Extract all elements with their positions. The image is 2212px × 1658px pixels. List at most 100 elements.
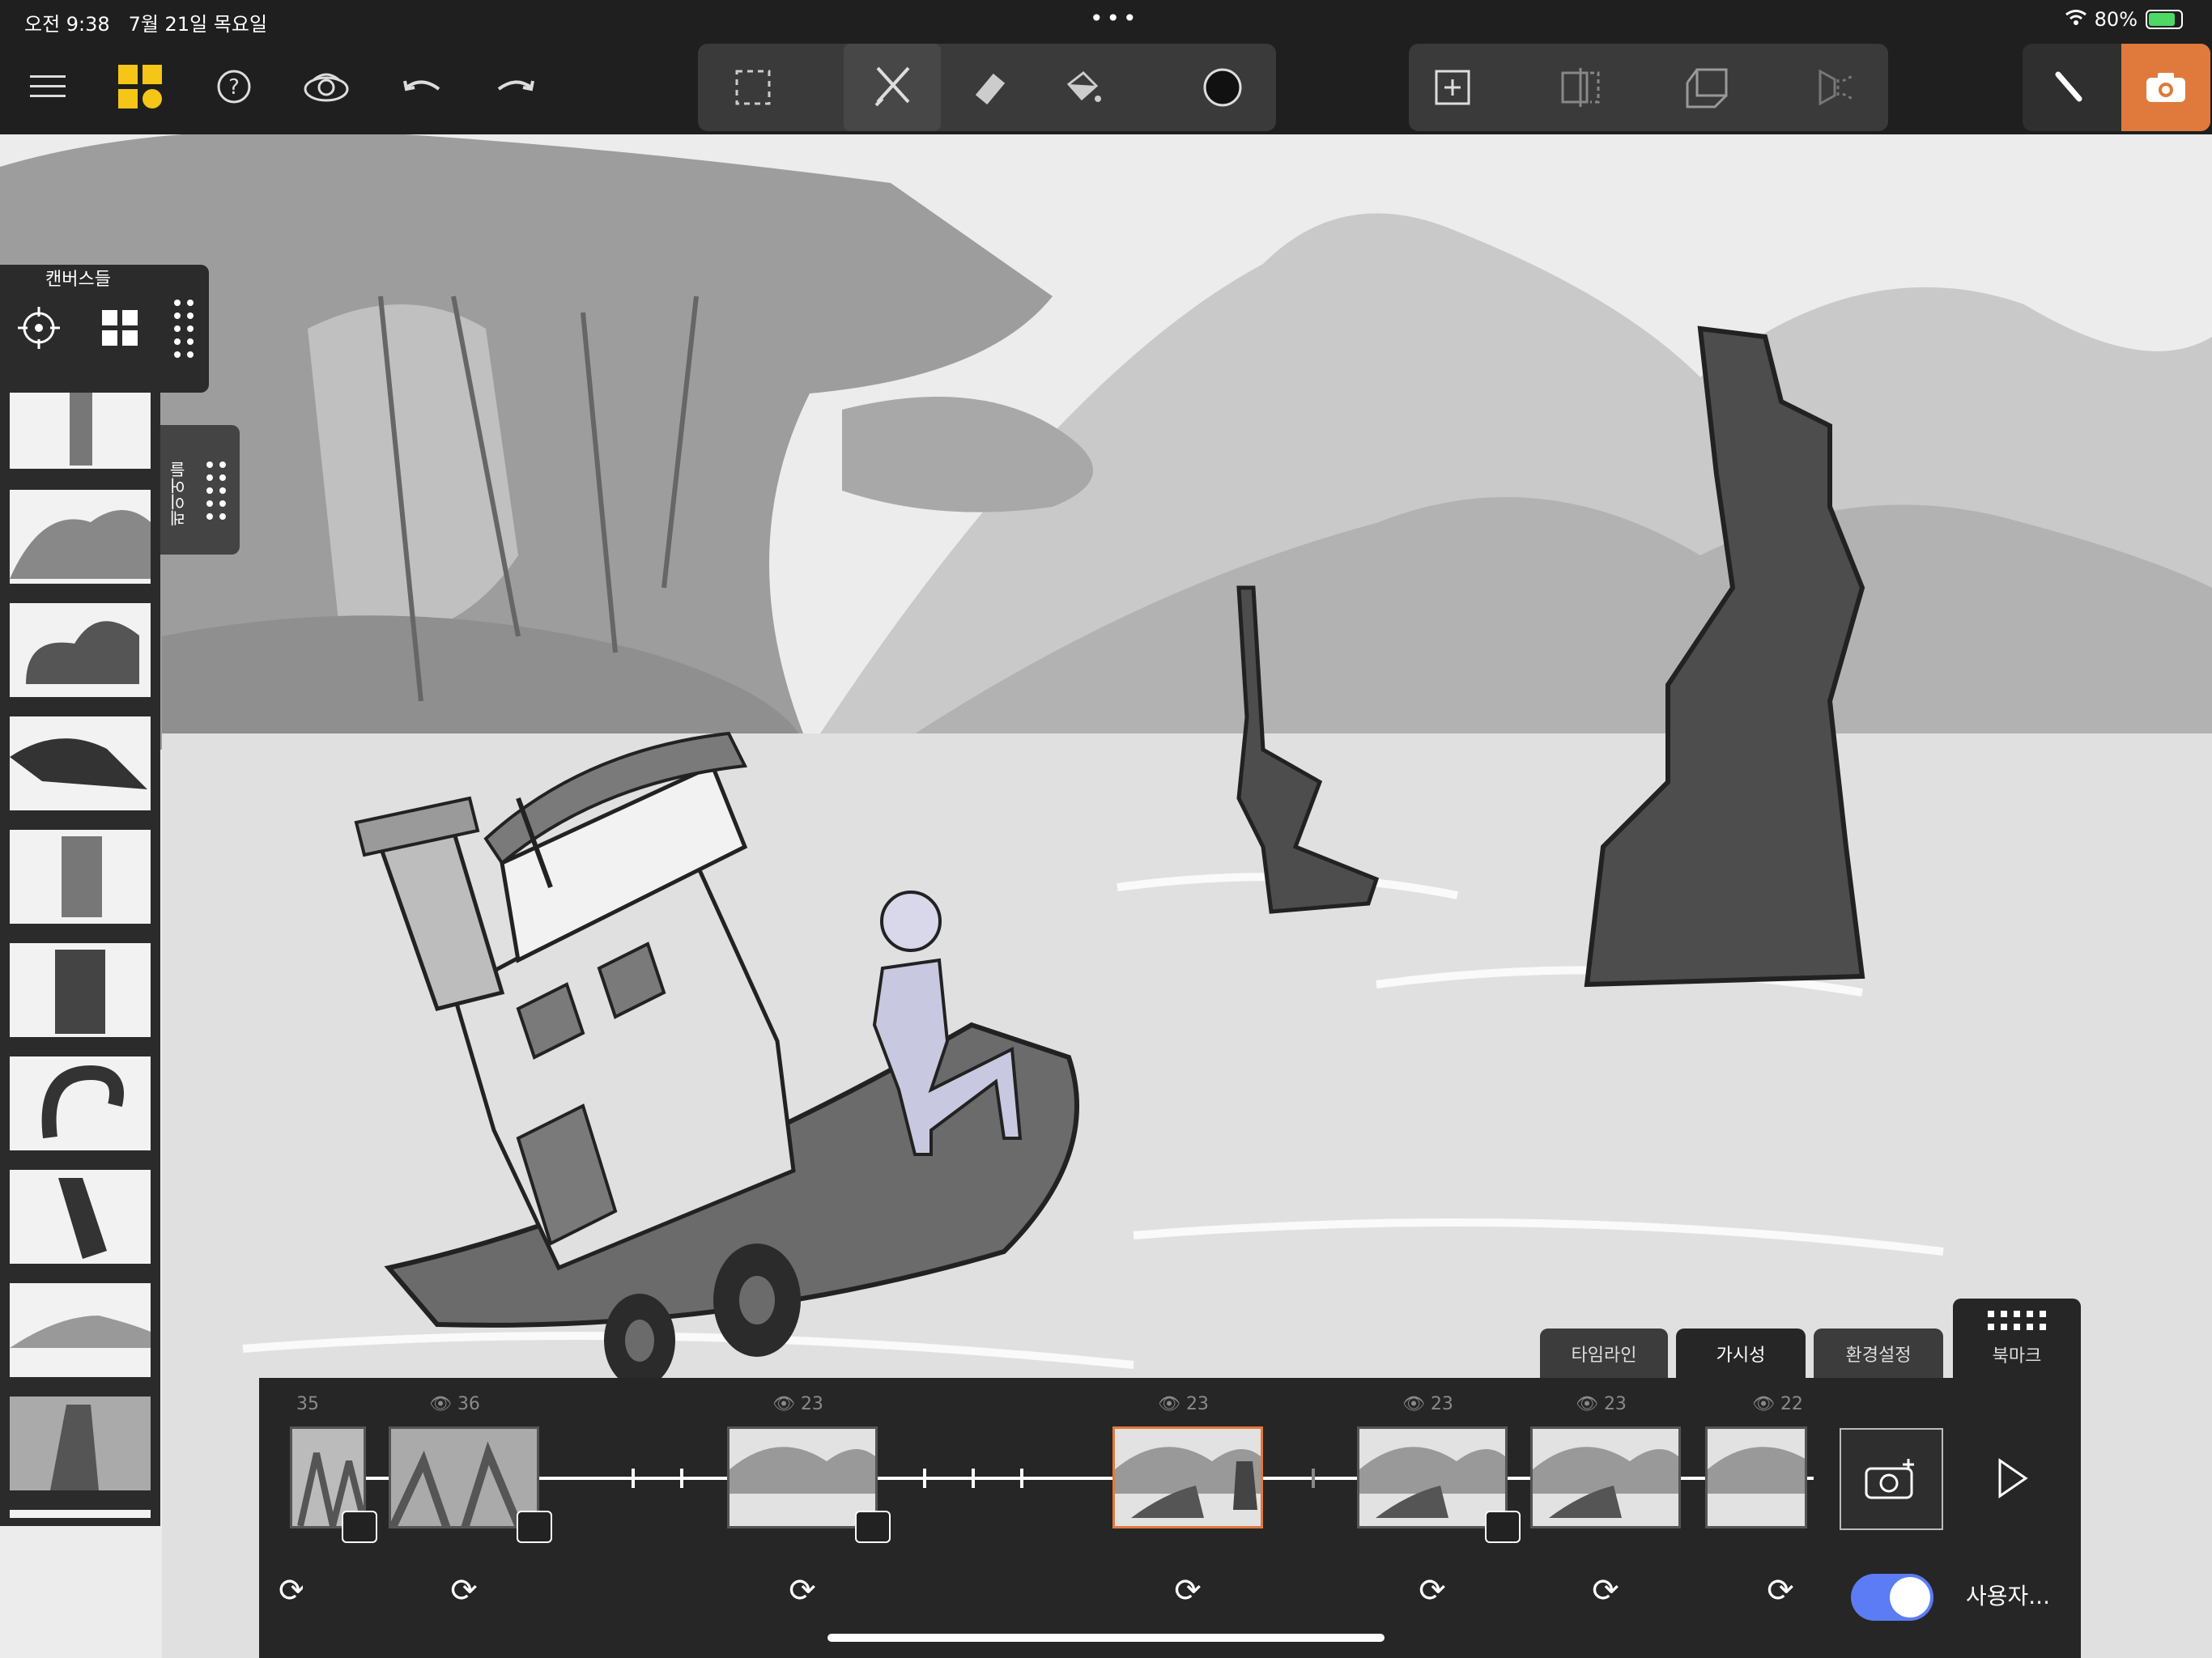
canvas-thumb-4[interactable] — [10, 716, 151, 810]
redo-icon[interactable] — [491, 62, 541, 112]
custom-toggle[interactable] — [1851, 1574, 1933, 1621]
menu-icon[interactable] — [23, 62, 73, 112]
tab-timeline[interactable]: 타임라인 — [1540, 1329, 1668, 1379]
frame-count-2: 👁 36 — [429, 1394, 480, 1414]
drag-handle-icon[interactable] — [173, 299, 194, 363]
tab-visibility[interactable]: 가시성 — [1676, 1329, 1806, 1379]
canvas-thumbnail-list — [0, 393, 160, 1526]
timeline-frame-6[interactable] — [1530, 1426, 1681, 1528]
canvas-thumb-1[interactable] — [10, 393, 151, 469]
add-camera-icon — [1865, 1459, 1914, 1499]
timeline-frame-7[interactable] — [1705, 1426, 1807, 1528]
frame-count-6: 👁 23 — [1576, 1394, 1627, 1414]
layers-drag-icon — [206, 461, 227, 525]
status-time: 오전 9:38 — [24, 13, 110, 36]
canvas-thumb-11[interactable] — [10, 1510, 151, 1518]
frame-count-2-value: 36 — [457, 1394, 480, 1414]
loop-icon[interactable]: ⟳ — [279, 1572, 303, 1605]
split-canvas-icon[interactable] — [1555, 62, 1606, 113]
canvas-thumb-10[interactable] — [10, 1397, 151, 1490]
frame-count-5: 👁 23 — [1402, 1394, 1453, 1414]
timeline-frame-4-selected[interactable] — [1112, 1426, 1263, 1528]
target-icon[interactable] — [18, 307, 60, 352]
canvas-tools-group — [1409, 44, 1888, 131]
canvases-panel: 캔버스들 — [0, 265, 209, 393]
toggle-label: 사용자... — [1966, 1583, 2050, 1609]
eye-icon: 👁 — [1576, 1394, 1598, 1414]
frame-count-1: 35 — [296, 1394, 319, 1414]
transform-icon[interactable] — [1681, 62, 1733, 113]
loop-icon[interactable]: ⟳ — [782, 1572, 823, 1609]
add-snapshot-button[interactable] — [1840, 1428, 1943, 1530]
eye-icon: 👁 — [1402, 1394, 1425, 1414]
frame-count-7-value: 22 — [1780, 1394, 1803, 1414]
grid-view-icon[interactable] — [102, 310, 138, 349]
battery-icon — [2146, 10, 2183, 29]
pencil-tool[interactable] — [844, 44, 941, 131]
frame-count-4-value: 23 — [1185, 1394, 1209, 1414]
bookmarks-grid-icon — [1988, 1310, 2046, 1330]
split-handle-icon[interactable] — [342, 1511, 377, 1543]
eye-icon: 👁 — [772, 1394, 795, 1414]
loop-icon[interactable]: ⟳ — [1585, 1572, 1626, 1609]
canvas-thumb-8[interactable] — [10, 1170, 151, 1264]
eraser-icon[interactable] — [963, 62, 1015, 113]
battery-percent: 80% — [2094, 8, 2138, 31]
color-swatch-icon[interactable] — [1197, 62, 1249, 113]
undo-icon[interactable] — [397, 62, 447, 112]
canvases-title: 캔버스들 — [45, 270, 111, 290]
frame-count-3-value: 23 — [800, 1394, 823, 1414]
split-handle-icon[interactable] — [855, 1511, 891, 1543]
track-tick — [680, 1469, 683, 1488]
track-tick — [1020, 1469, 1023, 1488]
frame-count-4: 👁 23 — [1158, 1394, 1209, 1414]
status-right: 80% — [2065, 8, 2183, 31]
track-tick — [632, 1469, 635, 1488]
loop-icon[interactable]: ⟳ — [1412, 1572, 1453, 1609]
selection-icon[interactable] — [727, 62, 779, 113]
home-indicator[interactable] — [827, 1634, 1385, 1642]
flip-icon[interactable] — [1809, 62, 1861, 113]
eye-icon: 👁 — [429, 1394, 452, 1414]
camera-mode-icon — [2146, 73, 2185, 102]
tab-settings[interactable]: 환경설정 — [1814, 1329, 1943, 1379]
help-icon[interactable]: ? — [209, 62, 259, 112]
pencil-icon — [874, 66, 910, 107]
toggle-knob — [1890, 1577, 1930, 1618]
canvas-thumb-2[interactable] — [10, 490, 151, 584]
canvas-thumb-6[interactable] — [10, 943, 151, 1037]
canvas-thumb-3[interactable] — [10, 603, 151, 697]
tab-bookmarks-label: 북마크 — [1992, 1346, 2042, 1367]
status-left: 오전 9:38 7월 21일 목요일 — [24, 8, 267, 36]
track-tick — [1312, 1469, 1315, 1488]
visibility-icon[interactable] — [301, 62, 351, 112]
tab-bookmarks[interactable]: 북마크 — [1953, 1299, 2081, 1379]
split-handle-icon[interactable] — [1485, 1511, 1521, 1543]
canvas-thumb-5[interactable] — [10, 830, 151, 924]
fill-icon[interactable] — [1057, 62, 1109, 113]
drawing-tools-group — [698, 44, 1276, 131]
canvas-thumb-7[interactable] — [10, 1056, 151, 1150]
loop-icon[interactable]: ⟳ — [1168, 1572, 1208, 1609]
gallery-icon[interactable] — [115, 62, 165, 112]
status-date: 7월 21일 목요일 — [128, 13, 268, 36]
top-toolbar: ? — [0, 39, 2212, 134]
canvas-thumb-9[interactable] — [10, 1283, 151, 1377]
brush-mode-icon[interactable] — [2044, 62, 2095, 113]
layers-tab[interactable]: 레이어들 — [160, 425, 240, 555]
frame-count-6-value: 23 — [1603, 1394, 1627, 1414]
add-canvas-icon[interactable] — [1427, 62, 1478, 113]
frame-count-5-value: 23 — [1430, 1394, 1453, 1414]
layers-label: 레이어들 — [168, 461, 189, 526]
track-tick — [972, 1469, 975, 1488]
loop-icon[interactable]: ⟳ — [444, 1572, 484, 1609]
wifi-icon — [2065, 8, 2087, 31]
frame-count-3: 👁 23 — [772, 1394, 823, 1414]
svg-text:?: ? — [228, 75, 240, 100]
split-handle-icon[interactable] — [517, 1511, 552, 1543]
multitask-dots[interactable]: ••• — [1090, 5, 1140, 32]
camera-mode-button[interactable] — [2121, 44, 2210, 131]
eye-icon: 👁 — [1752, 1394, 1775, 1414]
play-icon[interactable] — [1997, 1457, 2029, 1503]
loop-icon[interactable]: ⟳ — [1760, 1572, 1801, 1609]
